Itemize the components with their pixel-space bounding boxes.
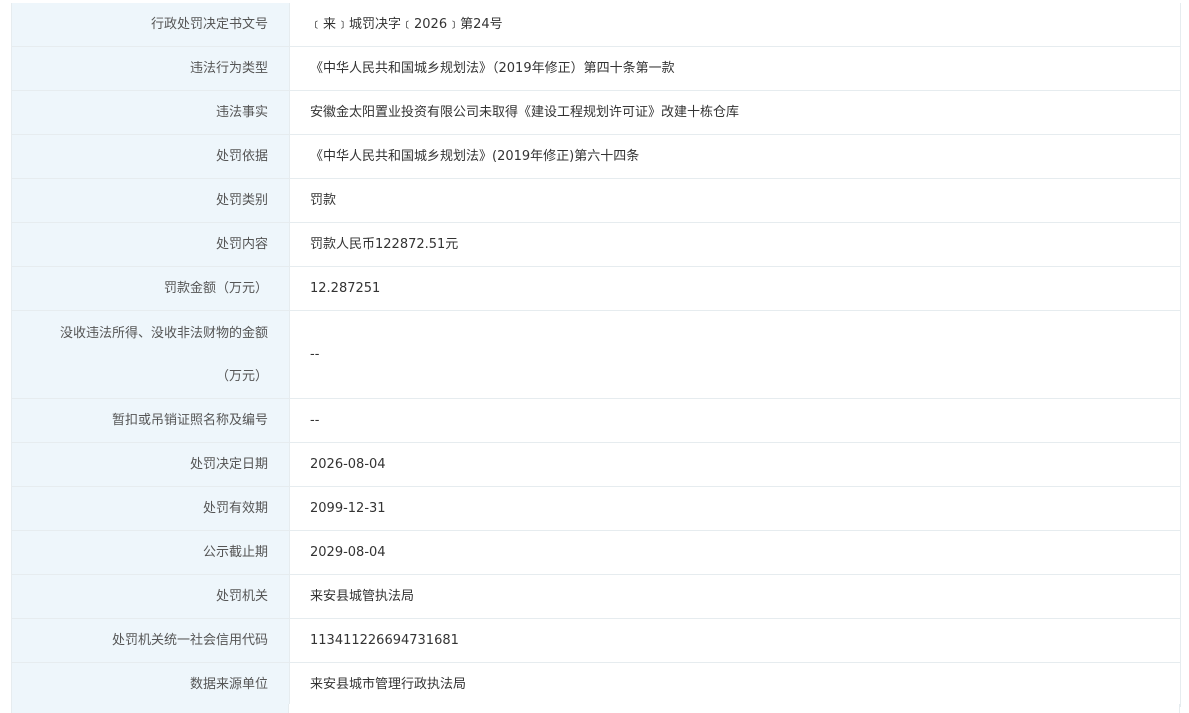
label-fine-amount: 罚款金额（万元） xyxy=(11,266,290,311)
value-violation-facts: 安徽金太阳置业投资有限公司未取得《建设工程规划许可证》改建十栋仓库 xyxy=(289,90,1181,135)
value-fine-amount: 12.287251 xyxy=(289,266,1181,311)
value-data-source: 来安县城市管理行政执法局 xyxy=(289,662,1181,707)
value-validity-period: 2099-12-31 xyxy=(289,486,1181,531)
label-violation-facts: 违法事实 xyxy=(11,90,290,135)
value-decision-number: ﹝来﹞城罚决字﹝2026﹞第24号 xyxy=(289,3,1181,47)
label-penalty-authority: 处罚机关 xyxy=(11,574,290,619)
label-penalty-basis: 处罚依据 xyxy=(11,134,290,179)
value-penalty-basis: 《中华人民共和国城乡规划法》(2019年修正)第六十四条 xyxy=(289,134,1181,179)
row-license-suspension: 暂扣或吊销证照名称及编号 -- xyxy=(11,398,1181,443)
next-row-peek-value xyxy=(289,704,1180,713)
label-decision-number: 行政处罚决定书文号 xyxy=(11,3,290,47)
row-validity-period: 处罚有效期 2099-12-31 xyxy=(11,486,1181,531)
row-publicity-deadline: 公示截止期 2029-08-04 xyxy=(11,530,1181,575)
row-authority-credit-code: 处罚机关统一社会信用代码 113411226694731681 xyxy=(11,618,1181,663)
value-decision-date: 2026-08-04 xyxy=(289,442,1181,487)
next-row-peek-label xyxy=(11,704,289,713)
row-violation-type: 违法行为类型 《中华人民共和国城乡规划法》（2019年修正）第四十条第一款 xyxy=(11,46,1181,91)
penalty-detail-panel: 行政处罚决定书文号 ﹝来﹞城罚决字﹝2026﹞第24号 违法行为类型 《中华人民… xyxy=(11,3,1181,707)
next-row-peek xyxy=(11,704,1180,713)
value-penalty-category: 罚款 xyxy=(289,178,1181,223)
row-penalty-content: 处罚内容 罚款人民币122872.51元 xyxy=(11,222,1181,267)
value-violation-type: 《中华人民共和国城乡规划法》（2019年修正）第四十条第一款 xyxy=(289,46,1181,91)
value-license-suspension: -- xyxy=(289,398,1181,443)
value-confiscation-amount: -- xyxy=(289,310,1181,399)
label-license-suspension: 暂扣或吊销证照名称及编号 xyxy=(11,398,290,443)
row-confiscation-amount: 没收违法所得、没收非法财物的金额 （万元） -- xyxy=(11,310,1181,399)
value-authority-credit-code: 113411226694731681 xyxy=(289,618,1181,663)
row-fine-amount: 罚款金额（万元） 12.287251 xyxy=(11,266,1181,311)
label-confiscation-amount: 没收违法所得、没收非法财物的金额 （万元） xyxy=(11,310,290,399)
value-penalty-content: 罚款人民币122872.51元 xyxy=(289,222,1181,267)
value-publicity-deadline: 2029-08-04 xyxy=(289,530,1181,575)
row-data-source: 数据来源单位 来安县城市管理行政执法局 xyxy=(11,662,1181,707)
label-violation-type: 违法行为类型 xyxy=(11,46,290,91)
label-publicity-deadline: 公示截止期 xyxy=(11,530,290,575)
row-violation-facts: 违法事实 安徽金太阳置业投资有限公司未取得《建设工程规划许可证》改建十栋仓库 xyxy=(11,90,1181,135)
value-penalty-authority: 来安县城管执法局 xyxy=(289,574,1181,619)
row-decision-number: 行政处罚决定书文号 ﹝来﹞城罚决字﹝2026﹞第24号 xyxy=(11,3,1181,47)
row-penalty-basis: 处罚依据 《中华人民共和国城乡规划法》(2019年修正)第六十四条 xyxy=(11,134,1181,179)
label-data-source: 数据来源单位 xyxy=(11,662,290,707)
label-decision-date: 处罚决定日期 xyxy=(11,442,290,487)
label-confiscation-amount-line1: 没收违法所得、没收非法财物的金额 xyxy=(59,325,268,341)
row-decision-date: 处罚决定日期 2026-08-04 xyxy=(11,442,1181,487)
label-validity-period: 处罚有效期 xyxy=(11,486,290,531)
row-penalty-authority: 处罚机关 来安县城管执法局 xyxy=(11,574,1181,619)
label-penalty-category: 处罚类别 xyxy=(11,178,290,223)
label-penalty-content: 处罚内容 xyxy=(11,222,290,267)
penalty-detail-table: 行政处罚决定书文号 ﹝来﹞城罚决字﹝2026﹞第24号 违法行为类型 《中华人民… xyxy=(11,3,1181,707)
row-penalty-category: 处罚类别 罚款 xyxy=(11,178,1181,223)
label-authority-credit-code: 处罚机关统一社会信用代码 xyxy=(11,618,290,663)
label-confiscation-amount-line2: （万元） xyxy=(215,368,268,384)
